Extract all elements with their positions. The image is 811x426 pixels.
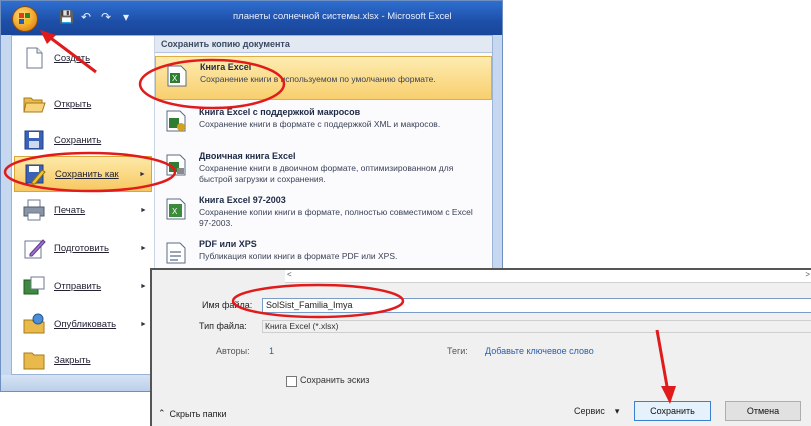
- filetype-select[interactable]: Книга Excel (*.xlsx): [262, 320, 811, 333]
- scroll-right-icon[interactable]: >: [805, 270, 810, 279]
- save-option-excel-97-2003[interactable]: X Книга Excel 97-2003 Сохранение копии к…: [155, 190, 492, 234]
- scroll-left-icon[interactable]: <: [287, 270, 292, 279]
- office-logo-icon: [19, 13, 30, 24]
- option-description: Сохранение книги в формате с поддержкой …: [199, 119, 441, 129]
- submenu-header: Сохранить копию документа: [155, 36, 492, 53]
- menu-item-label: Закрыть: [54, 354, 91, 366]
- save-option-excel-workbook[interactable]: X Книга Excel Сохранение книги в использ…: [155, 56, 492, 100]
- authors-value[interactable]: 1: [269, 346, 274, 356]
- submenu-arrow-icon: ►: [139, 170, 146, 178]
- menu-item-label: Сохранить: [54, 134, 102, 146]
- option-title: Книга Excel с поддержкой макросов: [199, 107, 361, 117]
- publish-icon: [23, 313, 45, 334]
- filename-field[interactable]: SolSist_Familia_Imya: [262, 298, 811, 313]
- redo-icon[interactable]: ↷: [99, 10, 113, 24]
- pdf-xps-icon: [166, 242, 186, 264]
- save-as-icon: [25, 164, 46, 185]
- save-option-binary-workbook[interactable]: Двоичная книга Excel Сохранение книги в …: [155, 146, 492, 190]
- menu-item-open[interactable]: Открыть: [14, 86, 152, 122]
- save-icon: [24, 130, 44, 150]
- print-icon: [23, 199, 45, 221]
- save-as-dialog: < > Имя файла: SolSist_Familia_Imya Тип …: [150, 268, 811, 426]
- open-folder-icon: [23, 97, 46, 113]
- undo-icon[interactable]: ↶: [79, 10, 93, 24]
- excel-97-2003-icon: X: [166, 198, 186, 220]
- filetype-label: Тип файла:: [199, 321, 247, 331]
- chevron-down-icon: ▾: [614, 406, 620, 416]
- menu-item-label: Сохранить как: [55, 168, 119, 180]
- office-button[interactable]: [12, 6, 38, 32]
- menu-item-save-as[interactable]: Сохранить как ►: [14, 156, 152, 192]
- option-title: Книга Excel: [200, 62, 252, 72]
- option-description: Публикация копии книги в формате PDF или…: [199, 251, 398, 261]
- quick-access-toolbar: 💾 ↶ ↷ ▾: [59, 8, 133, 26]
- save-button[interactable]: Сохранить: [634, 401, 711, 421]
- chevron-up-icon: ⌃: [158, 408, 166, 418]
- tags-value[interactable]: Добавьте ключевое слово: [485, 346, 594, 356]
- save-icon[interactable]: 💾: [59, 10, 74, 24]
- menu-item-print[interactable]: Печать ►: [14, 192, 152, 228]
- filename-label: Имя файла:: [202, 300, 253, 310]
- excel-workbook-icon: X: [167, 65, 187, 87]
- submenu-arrow-icon: ►: [140, 206, 147, 214]
- macro-workbook-icon: [166, 110, 186, 132]
- customize-icon[interactable]: ▾: [119, 10, 133, 24]
- title-bar: 💾 ↶ ↷ ▾ планеты солнечной системы.xlsx -…: [1, 1, 502, 35]
- binary-workbook-icon: [166, 154, 186, 176]
- menu-item-send[interactable]: Отправить ►: [14, 268, 152, 304]
- hide-folders-button[interactable]: ⌃ Скрыть папки: [158, 408, 227, 419]
- submenu-arrow-icon: ►: [140, 244, 147, 252]
- cancel-button[interactable]: Отмена: [725, 401, 801, 421]
- menu-item-close[interactable]: Закрыть: [14, 342, 152, 378]
- horizontal-scrollbar[interactable]: < >: [285, 270, 811, 283]
- svg-text:X: X: [172, 74, 178, 83]
- tags-label: Теги:: [447, 346, 468, 356]
- hide-folders-label: Скрыть папки: [169, 408, 227, 419]
- menu-item-label: Открыть: [54, 98, 92, 110]
- save-thumbnail-checkbox[interactable]: [286, 376, 297, 387]
- authors-label: Авторы:: [216, 346, 250, 356]
- menu-item-label: Опубликовать: [54, 318, 117, 330]
- tools-dropdown[interactable]: Сервис ▾: [574, 406, 619, 417]
- save-thumbnail-label: Сохранить эскиз: [300, 375, 370, 385]
- option-description: Сохранение копии книги в формате, полнос…: [199, 207, 473, 228]
- option-title: Книга Excel 97-2003: [199, 195, 286, 205]
- menu-item-new[interactable]: Создать: [14, 40, 152, 76]
- option-title: Двоичная книга Excel: [199, 151, 296, 161]
- option-description: Сохранение книги в двоичном формате, опт…: [199, 163, 454, 184]
- menu-item-publish[interactable]: Опубликовать ►: [14, 306, 152, 342]
- option-title: PDF или XPS: [199, 239, 257, 249]
- new-document-icon: [26, 47, 43, 69]
- menu-item-label: Отправить: [54, 280, 102, 292]
- send-icon: [23, 276, 45, 295]
- office-menu-commands: Создать Открыть Сохранить Сохранить как …: [12, 36, 155, 374]
- menu-item-label: Печать: [54, 204, 86, 216]
- close-folder-icon: [23, 352, 45, 370]
- save-option-macro-workbook[interactable]: Книга Excel с поддержкой макросов Сохран…: [155, 102, 492, 146]
- window-title: планеты солнечной системы.xlsx - Microso…: [233, 11, 452, 22]
- tools-label: Сервис: [574, 406, 605, 416]
- svg-text:X: X: [172, 207, 178, 216]
- menu-item-prepare[interactable]: Подготовить ►: [14, 230, 152, 266]
- menu-item-label: Подготовить: [54, 242, 109, 254]
- menu-item-save[interactable]: Сохранить: [14, 122, 152, 158]
- option-description: Сохранение книги в используемом по умолч…: [200, 74, 436, 84]
- menu-item-label: Создать: [54, 52, 91, 64]
- prepare-icon: [24, 239, 46, 259]
